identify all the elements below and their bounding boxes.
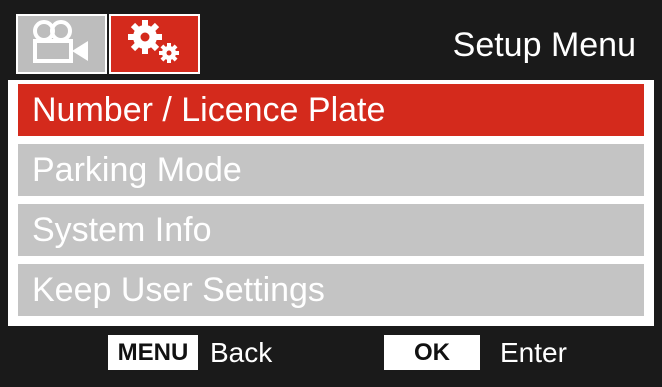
tab-video[interactable] (16, 14, 107, 74)
enter-label: Enter (500, 337, 567, 368)
gears-icon (123, 19, 187, 70)
ok-key[interactable]: OK (384, 335, 480, 370)
menu-item-system-info[interactable]: System Info (18, 204, 644, 256)
video-camera-icon (30, 19, 94, 70)
back-label: Back (210, 337, 273, 368)
menu-key[interactable]: MENU (108, 335, 198, 370)
menu-item-parking-mode[interactable]: Parking Mode (18, 144, 644, 196)
footer-bar: MENU Back OK Enter (8, 326, 654, 379)
menu-item-keep-user-settings[interactable]: Keep User Settings (18, 264, 644, 316)
dashcam-screen: Setup Menu Number / Licence Plate Parkin… (0, 0, 662, 387)
header-bar: Setup Menu (8, 8, 654, 80)
menu-item-licence-plate[interactable]: Number / Licence Plate (18, 84, 644, 136)
setup-menu: Number / Licence Plate Parking Mode Syst… (8, 84, 654, 324)
page-title: Setup Menu (452, 26, 636, 64)
tab-setup[interactable] (109, 14, 200, 74)
